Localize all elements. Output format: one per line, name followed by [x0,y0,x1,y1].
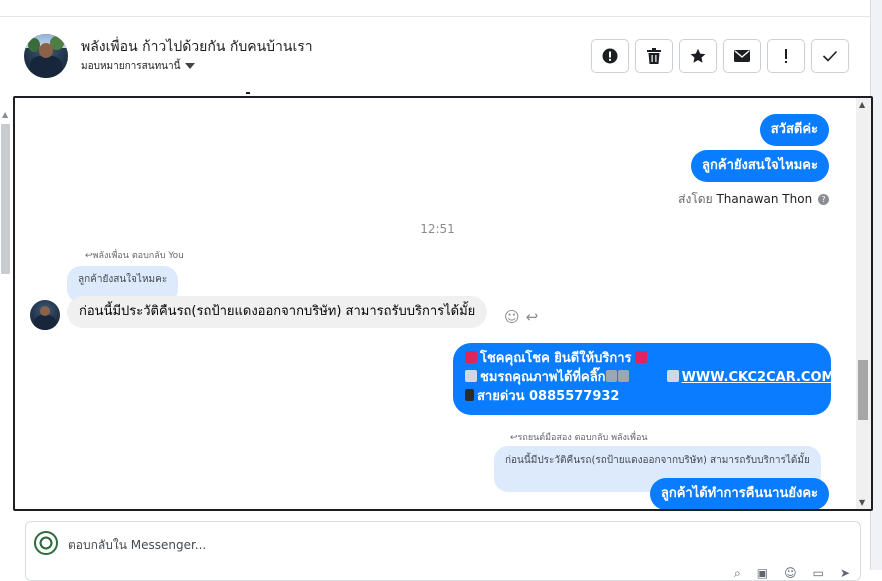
image-icon[interactable]: ▣ [757,566,768,581]
down-arrow-icon [617,370,629,382]
website-link[interactable]: WWW.CKC2CAR.COM [682,370,835,385]
emoji-icon[interactable]: ☺ [784,566,797,581]
star-action-button[interactable] [679,39,717,73]
conversation-actions [591,39,849,73]
sender-name[interactable]: Thanawan Thon [716,192,812,206]
smiley-reaction-icon[interactable]: ☺ [504,308,520,326]
page-logo [34,531,58,555]
scroll-thumb[interactable] [1,124,10,274]
mark-done-action-button[interactable] [811,39,849,73]
outgoing-message-1[interactable]: สวัสดีค่ะ [759,114,829,146]
red-square-icon [465,351,477,363]
mark-unread-action-button[interactable] [723,39,761,73]
promo-line-1-text: โชคคุณโชค ยินดีให้บริการ [480,351,632,366]
conversation-header: พลังเพื่อน ก้าวไปด้วยกัน กับคนบ้านเรา มอ… [12,18,870,96]
sent-by-label: ส่งโดย Thanawan Thon ? [678,190,829,209]
reply-context-text: รถยนต์มือสอง ตอบกลับ พลังเพื่อน [517,433,648,443]
left-pane-scrollbar[interactable]: ▲ [0,110,12,274]
check-icon [822,50,838,62]
trash-icon [647,48,661,64]
envelope-icon [734,50,750,62]
outgoing-promo-message[interactable]: โชคคุณโชค ยินดีให้บริการ ชมรถคุณภาพได้ที… [453,343,834,415]
mobile-phone-icon [465,389,474,401]
reply-context-label: ↩รถยนต์มือสอง ตอบกลับ พลังเพื่อน [510,430,648,444]
red-square-icon [634,351,647,363]
scroll-up-arrow-icon[interactable]: ▲ [2,110,8,119]
reply-composer: ⌕ ▣ ☺ ▭ ➤ [25,521,861,581]
outgoing-message-3[interactable]: ลูกค้าได้ทำการคืนนานยังคะ [649,478,829,509]
play-button-icon [465,370,477,382]
assign-conversation-dropdown[interactable]: มอบหมายการสนทนานี้ [81,59,196,74]
promo-line-2-text: ชมรถคุณภาพได้ที่คลิ๊ก [480,370,606,385]
send-icon[interactable]: ➤ [840,566,850,581]
sent-by-prefix: ส่งโดย [678,192,713,206]
reply-context-text: พลังเพื่อน ตอบกลับ You [92,251,184,261]
reply-icon[interactable]: ↩ [526,308,539,326]
reply-arrow-icon: ↩ [510,433,518,443]
top-bar [0,0,870,17]
spam-action-button[interactable] [591,39,629,73]
exclamation-circle-icon [602,48,618,64]
delete-action-button[interactable] [635,39,673,73]
message-thread[interactable]: สวัสดีค่ะ ลูกค้ายังสนใจไหมคะ ส่งโดย Than… [13,96,873,511]
outgoing-message-2[interactable]: ลูกค้ายังสนใจไหมคะ [691,150,829,182]
question-circle-icon[interactable]: ? [818,194,829,205]
scroll-thumb[interactable] [858,360,868,420]
chevron-down-icon [185,63,196,69]
attachment-icon[interactable]: ⌕ [734,566,741,581]
thread-scrollbar[interactable]: ▲ ▼ [856,98,871,509]
incoming-message[interactable]: ก่อนนี้มีประวัติคืนรถ(รถป้ายแดงออกจากบริ… [67,296,488,328]
header-divider-mark [246,92,250,94]
composer-tools: ⌕ ▣ ☺ ▭ ➤ [734,566,850,581]
promo-line-3: สายด่วน 0885577932 [465,387,819,406]
assign-label: มอบหมายการสนทนานี้ [81,61,181,72]
exclamation-icon [785,49,787,63]
page-title: พลังเพื่อน ก้าวไปด้วยกัน กับคนบ้านเรา [81,39,313,55]
scroll-down-arrow-icon[interactable]: ▼ [859,498,865,507]
down-arrow-icon [605,370,617,382]
promo-line-2: ชมรถคุณภาพได้ที่คลิ๊ก WWW.CKC2CAR.COM [465,368,834,387]
reply-arrow-icon: ↩ [85,251,93,261]
follow-up-action-button[interactable] [767,39,805,73]
play-button-icon [666,370,679,382]
promo-line-1: โชคคุณโชค ยินดีให้บริการ [465,349,819,368]
scroll-up-arrow-icon[interactable]: ▲ [859,100,865,109]
reply-input[interactable] [68,534,768,556]
message-timestamp: 12:51 [420,222,455,236]
star-icon [690,48,706,63]
message-tools: ☺ ↩ [504,308,538,326]
page-avatar[interactable] [24,34,68,78]
reply-context-label: ↩พลังเพื่อน ตอบกลับ You [85,248,184,262]
saved-replies-icon[interactable]: ▭ [813,566,824,581]
hotline-text: สายด่วน 0885577932 [477,389,620,404]
sender-avatar[interactable] [30,300,60,330]
